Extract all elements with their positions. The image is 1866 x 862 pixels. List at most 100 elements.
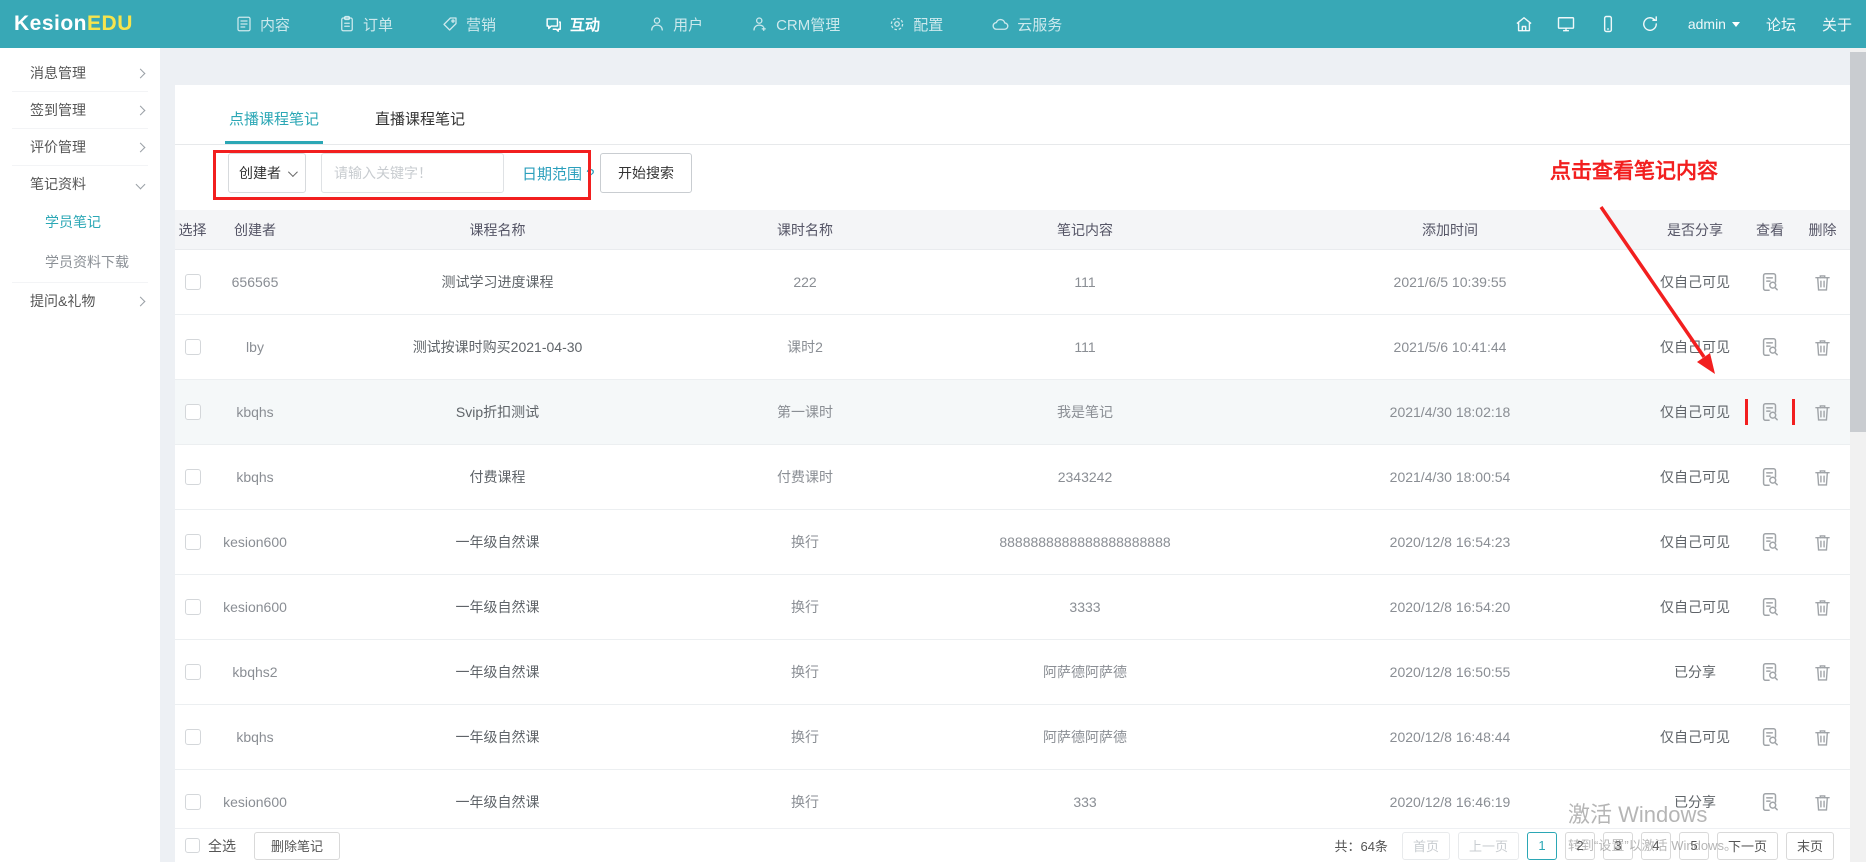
- delete-note-button[interactable]: [1810, 269, 1836, 295]
- view-note-button[interactable]: [1757, 269, 1783, 295]
- view-note-button[interactable]: [1757, 334, 1783, 360]
- sidebar-item-review-mgmt[interactable]: 评价管理: [0, 129, 160, 165]
- nav-item-interaction[interactable]: 互动: [544, 14, 600, 35]
- lesson-name-cell: 换行: [695, 727, 915, 747]
- chevron-right-icon: [136, 68, 146, 78]
- pagination-button[interactable]: 首页: [1402, 832, 1450, 860]
- row-checkbox[interactable]: [185, 534, 201, 550]
- delete-note-button[interactable]: [1810, 594, 1836, 620]
- annotation-text: 点击查看笔记内容: [1550, 155, 1718, 185]
- forum-link[interactable]: 论坛: [1766, 14, 1796, 35]
- view-note-button[interactable]: [1757, 724, 1783, 750]
- nav-item-config[interactable]: 配置: [888, 14, 943, 35]
- keyword-input[interactable]: [321, 153, 504, 193]
- sidebar-subitem-student-downloads[interactable]: 学员资料下载: [0, 242, 160, 282]
- delete-note-button[interactable]: [1810, 399, 1836, 425]
- sidebar-item-qa-gifts[interactable]: 提问&礼物: [0, 283, 160, 319]
- row-checkbox[interactable]: [185, 274, 201, 290]
- row-checkbox[interactable]: [185, 339, 201, 355]
- add-time-cell: 2020/12/8 16:46:19: [1255, 794, 1645, 810]
- note-content-cell: 我是笔记: [915, 402, 1255, 422]
- pagination-button[interactable]: 4: [1641, 832, 1671, 860]
- view-note-button[interactable]: [1757, 529, 1783, 555]
- share-status-cell: 仅自己可见: [1645, 727, 1745, 747]
- delete-note-button[interactable]: [1810, 789, 1836, 815]
- scrollbar-thumb[interactable]: [1850, 52, 1866, 432]
- row-checkbox[interactable]: [185, 794, 201, 810]
- delete-note-button[interactable]: [1810, 659, 1836, 685]
- lesson-name-cell: 课时2: [695, 337, 915, 357]
- creator-cell: kbqhs2: [210, 664, 300, 680]
- add-time-cell: 2021/5/6 10:41:44: [1255, 339, 1645, 355]
- share-status-cell: 仅自己可见: [1645, 337, 1745, 357]
- nav-item-orders[interactable]: 订单: [338, 14, 393, 35]
- trash-icon: [1812, 662, 1833, 683]
- add-time-cell: 2021/6/5 10:39:55: [1255, 274, 1645, 290]
- date-range-link[interactable]: 日期范围 ?: [522, 153, 595, 193]
- nav-item-cloud[interactable]: 云服务: [991, 14, 1062, 35]
- monitor-icon[interactable]: [1556, 14, 1576, 34]
- add-time-cell: 2020/12/8 16:48:44: [1255, 729, 1645, 745]
- view-note-button[interactable]: [1757, 789, 1783, 815]
- add-time-cell: 2020/12/8 16:50:55: [1255, 664, 1645, 680]
- mobile-icon[interactable]: [1598, 14, 1618, 34]
- nav-item-marketing[interactable]: 营销: [441, 14, 496, 35]
- home-icon[interactable]: [1514, 14, 1534, 34]
- pagination-button[interactable]: 3: [1603, 832, 1633, 860]
- note-content-cell: 111: [915, 274, 1255, 290]
- pagination-button[interactable]: 上一页: [1458, 832, 1519, 860]
- select-all-checkbox[interactable]: [185, 838, 200, 853]
- chevron-right-icon: [136, 105, 146, 115]
- view-note-button[interactable]: [1757, 594, 1783, 620]
- pagination-button[interactable]: 下一页: [1717, 832, 1778, 860]
- pagination-button[interactable]: 末页: [1786, 832, 1834, 860]
- tab-vod-course-notes[interactable]: 点播课程笔记: [225, 108, 323, 144]
- refresh-icon[interactable]: [1640, 14, 1660, 34]
- tab-live-course-notes[interactable]: 直播课程笔记: [371, 108, 469, 144]
- delete-note-button[interactable]: [1810, 529, 1836, 555]
- nav-item-label: 营销: [466, 14, 496, 35]
- delete-note-button[interactable]: [1810, 724, 1836, 750]
- nav-item-crm[interactable]: CRM管理: [751, 14, 840, 35]
- course-name-cell: 一年级自然课: [300, 532, 695, 552]
- delete-note-button[interactable]: [1810, 334, 1836, 360]
- delete-note-button[interactable]: [1810, 464, 1836, 490]
- row-checkbox[interactable]: [185, 599, 201, 615]
- sidebar-item-message-mgmt[interactable]: 消息管理: [0, 55, 160, 91]
- nav-item-content[interactable]: 内容: [235, 14, 290, 35]
- pagination-button[interactable]: 1: [1527, 832, 1557, 860]
- start-search-button[interactable]: 开始搜索: [600, 153, 692, 193]
- view-note-button[interactable]: [1757, 659, 1783, 685]
- view-note-button[interactable]: [1757, 399, 1783, 425]
- sidebar-subitem-student-notes[interactable]: 学员笔记: [0, 202, 160, 242]
- sidebar-item-notes-data[interactable]: 笔记资料: [0, 166, 160, 202]
- pagination-button[interactable]: 2: [1565, 832, 1595, 860]
- add-time-cell: 2021/4/30 18:02:18: [1255, 404, 1645, 420]
- admin-menu[interactable]: admin: [1688, 16, 1740, 32]
- row-checkbox[interactable]: [185, 404, 201, 420]
- sidebar-item-checkin-mgmt[interactable]: 签到管理: [0, 92, 160, 128]
- header-note-content: 笔记内容: [915, 220, 1255, 240]
- header-view: 查看: [1745, 220, 1795, 240]
- pagination-button[interactable]: 5: [1679, 832, 1709, 860]
- vertical-scrollbar[interactable]: [1850, 48, 1866, 862]
- cloud-icon: [991, 15, 1010, 34]
- add-time-cell: 2021/4/30 18:00:54: [1255, 469, 1645, 485]
- add-time-cell: 2020/12/8 16:54:23: [1255, 534, 1645, 550]
- header-add-time: 添加时间: [1255, 220, 1645, 240]
- table-row: 656565 测试学习进度课程 222 111 2021/6/5 10:39:5…: [175, 250, 1850, 315]
- row-checkbox[interactable]: [185, 664, 201, 680]
- row-checkbox[interactable]: [185, 469, 201, 485]
- about-link[interactable]: 关于: [1822, 14, 1852, 35]
- creator-filter-select[interactable]: 创建者: [228, 153, 306, 193]
- header-share-status: 是否分享: [1645, 220, 1745, 240]
- sidebar: 消息管理 签到管理 评价管理 笔记资料 学员笔记 学员资料下载 提问&礼物: [0, 48, 160, 862]
- share-status-cell: 仅自己可见: [1645, 532, 1745, 552]
- view-note-button[interactable]: [1757, 464, 1783, 490]
- note-content-cell: 8888888888888888888888: [915, 534, 1255, 550]
- delete-notes-button[interactable]: 删除笔记: [254, 832, 340, 860]
- nav-item-users[interactable]: 用户: [648, 14, 703, 35]
- course-name-cell: Svip折扣测试: [300, 402, 695, 422]
- creator-cell: kesion600: [210, 534, 300, 550]
- row-checkbox[interactable]: [185, 729, 201, 745]
